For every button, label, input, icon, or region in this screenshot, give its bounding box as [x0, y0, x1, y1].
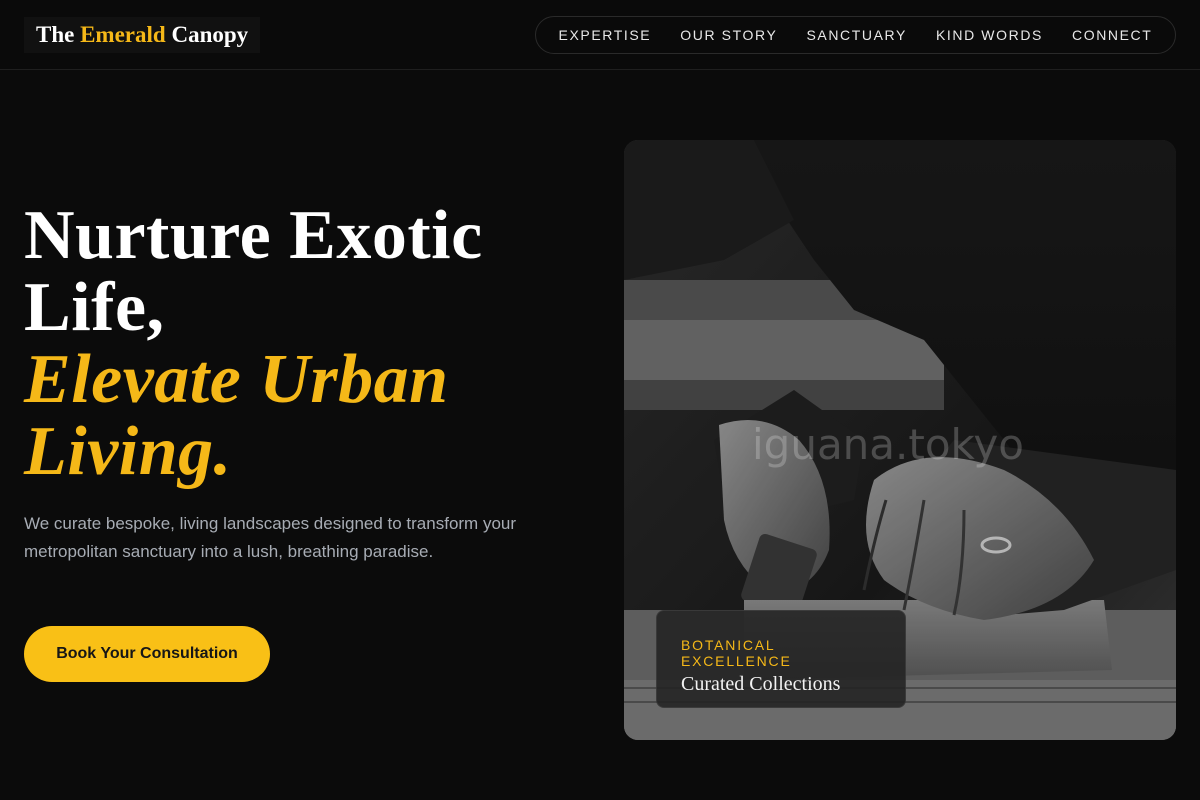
hero-title-line-4: Living. [24, 413, 232, 490]
brand-prefix: The [36, 22, 81, 47]
collection-badge[interactable]: BOTANICAL EXCELLENCE Curated Collections [656, 610, 906, 708]
hero-photo: iguana.tokyo BOTANICAL EXCELLENCE Curate… [624, 140, 1176, 740]
brand-logo[interactable]: The Emerald Canopy [24, 17, 261, 53]
book-consultation-button[interactable]: Book Your Consultation [24, 626, 270, 682]
main-nav: EXPERTISE OUR STORY SANCTUARY KIND WORDS… [535, 16, 1176, 54]
hero-title-line-1: Nurture Exotic [24, 197, 483, 274]
hero-subtitle: We curate bespoke, living landscapes des… [24, 514, 517, 561]
badge-kicker: BOTANICAL EXCELLENCE [681, 637, 792, 669]
brand-accent: Emerald [80, 22, 166, 47]
nav-item-expertise[interactable]: EXPERTISE [559, 27, 652, 43]
hero-title-line-3: Elevate Urban [24, 341, 449, 418]
nav-item-sanctuary[interactable]: SANCTUARY [806, 27, 907, 43]
hero-title: Nurture Exotic Life, Elevate Urban Livin… [24, 200, 584, 488]
nav-item-our-story[interactable]: OUR STORY [680, 27, 777, 43]
nav-item-kind-words[interactable]: KIND WORDS [936, 27, 1043, 43]
nav-item-connect[interactable]: CONNECT [1072, 27, 1152, 43]
hero-title-line-2: Life, [24, 269, 165, 346]
photo-watermark: iguana.tokyo [752, 420, 1024, 469]
brand-suffix: Canopy [165, 22, 249, 47]
badge-title: Curated Collections [681, 673, 841, 695]
site-header: The Emerald Canopy EXPERTISE OUR STORY S… [0, 0, 1200, 70]
